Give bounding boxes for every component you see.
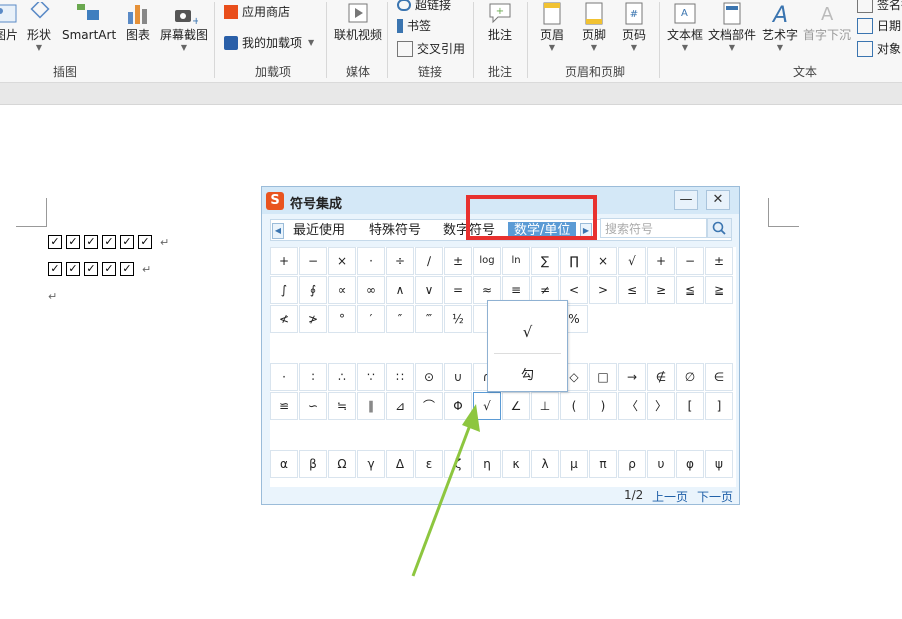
- annotation-arrow-icon: [411, 404, 480, 577]
